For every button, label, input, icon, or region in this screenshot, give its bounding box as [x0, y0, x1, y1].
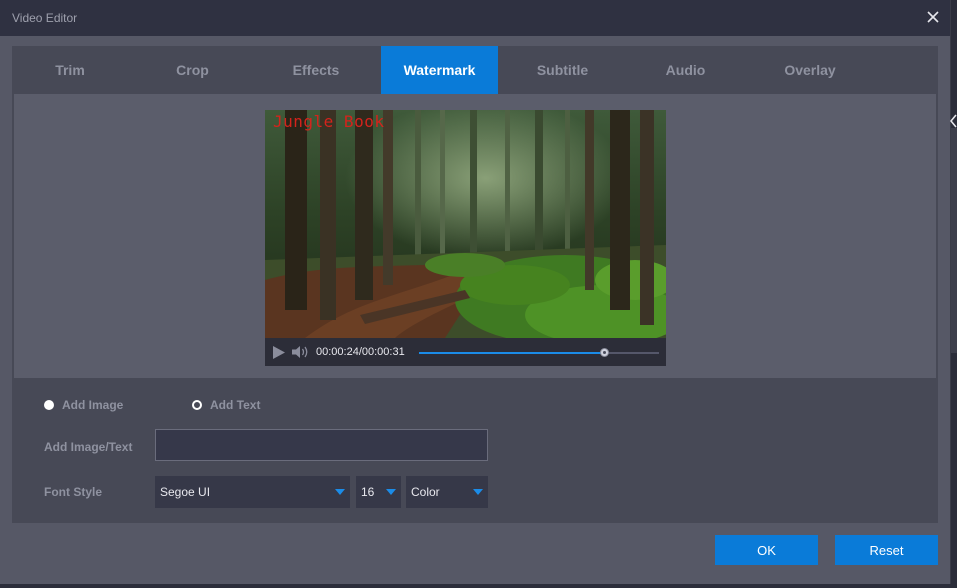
play-button[interactable]	[272, 346, 286, 359]
add-image-text-label: Add Image/Text	[44, 440, 133, 454]
font-style-label: Font Style	[44, 485, 103, 499]
tab-overlay[interactable]: Overlay	[750, 46, 870, 94]
watermark-overlay-text[interactable]: Jungle Book	[273, 112, 384, 131]
window-title: Video Editor	[12, 11, 78, 25]
font-size-select[interactable]: 16	[356, 476, 401, 508]
tab-effects[interactable]: Effects	[257, 46, 375, 94]
close-icon	[927, 11, 939, 23]
title-bar: Video Editor	[0, 0, 950, 36]
video-editor-window: Video Editor Trim Crop Effects Watermark…	[0, 0, 951, 584]
add-image-text-input[interactable]	[155, 429, 488, 461]
time-display: 00:00:24/00:00:31	[316, 346, 405, 358]
radio-selected-icon	[44, 400, 54, 410]
volume-button[interactable]	[292, 345, 310, 359]
close-button[interactable]	[922, 6, 944, 28]
tab-watermark[interactable]: Watermark	[381, 46, 498, 94]
tab-subtitle[interactable]: Subtitle	[504, 46, 621, 94]
chevron-down-icon	[335, 489, 345, 495]
forest-video-frame	[265, 110, 666, 338]
seek-progress	[419, 352, 604, 354]
seek-handle[interactable]	[599, 348, 609, 357]
ok-button[interactable]: OK	[715, 535, 818, 565]
volume-icon	[292, 346, 308, 358]
color-select[interactable]: Color	[406, 476, 488, 508]
tab-audio[interactable]: Audio	[627, 46, 744, 94]
tab-trim[interactable]: Trim	[12, 46, 128, 94]
tab-crop[interactable]: Crop	[134, 46, 251, 94]
add-text-radio[interactable]: Add Text	[192, 398, 260, 412]
preview-area: Jungle Book 00:00:24/00:00:31	[14, 94, 936, 378]
chevron-down-icon	[386, 489, 396, 495]
reset-button[interactable]: Reset	[835, 535, 938, 565]
play-icon	[273, 346, 285, 359]
font-name-select[interactable]: Segoe UI	[155, 476, 350, 508]
chevron-left-icon[interactable]	[950, 114, 957, 128]
chevron-down-icon	[473, 489, 483, 495]
tab-bar: Trim Crop Effects Watermark Subtitle Aud…	[12, 46, 938, 94]
add-image-radio[interactable]: Add Image	[44, 398, 123, 412]
playback-controls: 00:00:24/00:00:31	[265, 338, 666, 366]
radio-unselected-icon	[192, 400, 202, 410]
video-preview[interactable]: Jungle Book	[265, 110, 666, 338]
side-panel-edge	[951, 128, 957, 353]
seek-bar[interactable]	[419, 348, 659, 357]
